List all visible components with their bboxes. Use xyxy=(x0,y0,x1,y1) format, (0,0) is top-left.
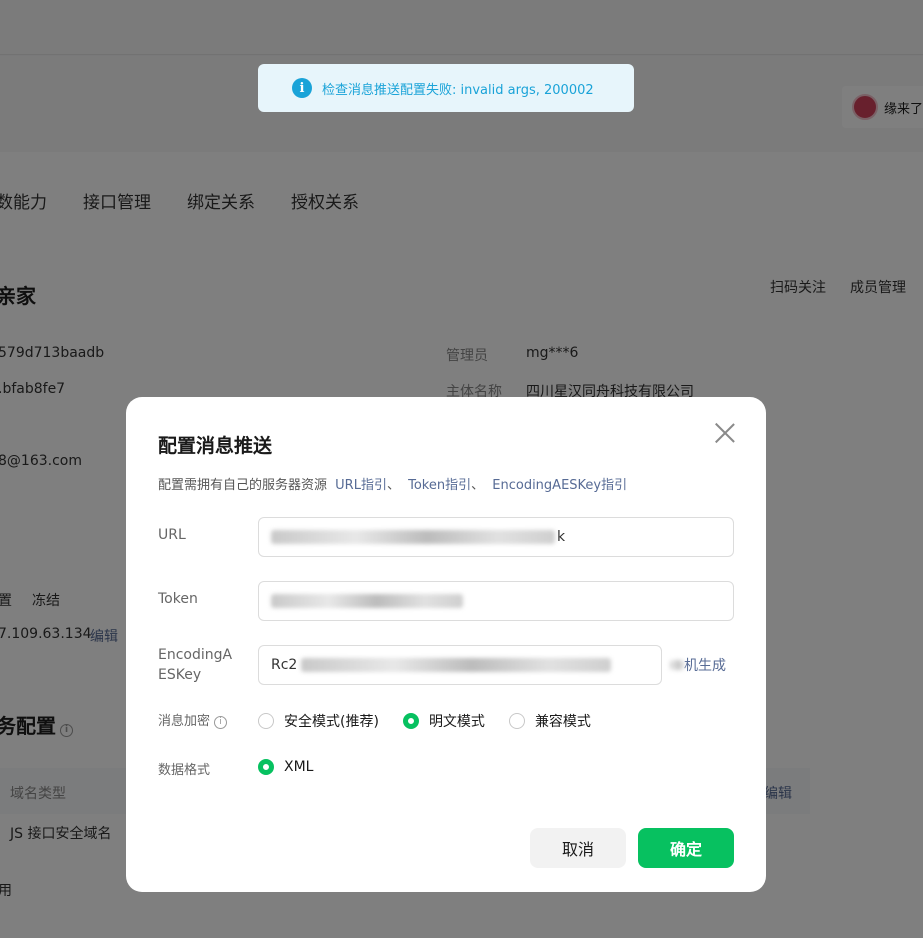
radio-plain-mode[interactable]: 明文模式 xyxy=(402,711,485,731)
radio-dot xyxy=(402,713,419,729)
generate-label: 机生成 xyxy=(684,658,726,674)
url-label: URL xyxy=(158,527,186,543)
info-icon: i xyxy=(292,78,312,98)
token-guide-link[interactable]: Token指引 xyxy=(408,478,471,493)
aeskey-guide-link[interactable]: EncodingAESKey指引 xyxy=(492,478,627,493)
token-input[interactable] xyxy=(258,581,734,621)
encrypt-label: 消息加密 i xyxy=(158,710,228,729)
aeskey-label: EncodingA ESKey xyxy=(158,645,232,685)
token-label: Token xyxy=(158,591,198,607)
radio-xml[interactable]: XML xyxy=(258,759,313,775)
url-redacted xyxy=(271,530,555,544)
separator: 、 xyxy=(471,478,485,493)
radio-dot xyxy=(508,713,525,729)
token-redacted xyxy=(271,594,463,608)
aeskey-label-line1: EncodingA xyxy=(158,647,233,663)
description-text: 配置需拥有自己的服务器资源 xyxy=(158,478,328,493)
radio-compat-mode[interactable]: 兼容模式 xyxy=(508,711,591,731)
url-input[interactable]: k xyxy=(258,517,734,557)
separator: 、 xyxy=(386,478,400,493)
random-generate-link[interactable]: 机生成 xyxy=(670,655,726,675)
message-push-dialog: 配置消息推送 配置需拥有自己的服务器资源 URL指引、 Token指引、 Enc… xyxy=(126,397,766,892)
close-icon[interactable] xyxy=(711,419,739,447)
url-guide-link[interactable]: URL指引 xyxy=(335,478,387,493)
error-toast: i 检查消息推送配置失败: invalid args, 200002 xyxy=(258,64,634,112)
aeskey-input[interactable]: Rc2 xyxy=(258,645,662,685)
confirm-button[interactable]: 确定 xyxy=(638,828,734,868)
url-value-suffix: k xyxy=(557,529,566,545)
generate-redacted xyxy=(670,660,684,670)
radio-dot xyxy=(258,759,274,775)
cancel-button[interactable]: 取消 xyxy=(530,828,626,868)
format-label: 数据格式 xyxy=(158,763,211,778)
radio-dot xyxy=(258,713,274,729)
aeskey-label-line2: ESKey xyxy=(158,667,202,683)
aeskey-value-prefix: Rc2 xyxy=(271,657,298,673)
dialog-title: 配置消息推送 xyxy=(158,435,273,457)
aeskey-redacted xyxy=(301,658,612,672)
dialog-description: 配置需拥有自己的服务器资源 URL指引、 Token指引、 EncodingAE… xyxy=(158,474,627,493)
radio-label: 安全模式(推荐) xyxy=(284,714,379,730)
format-group: XML xyxy=(258,759,313,775)
radio-label: 兼容模式 xyxy=(534,714,591,730)
radio-label: 明文模式 xyxy=(428,714,485,730)
info-icon: i xyxy=(214,716,228,729)
toast-message: 检查消息推送配置失败: invalid args, 200002 xyxy=(322,82,594,98)
radio-safe-mode[interactable]: 安全模式(推荐) xyxy=(258,711,379,731)
encrypt-mode-group: 安全模式(推荐) 明文模式 兼容模式 xyxy=(258,711,591,731)
radio-label: XML xyxy=(284,759,314,775)
